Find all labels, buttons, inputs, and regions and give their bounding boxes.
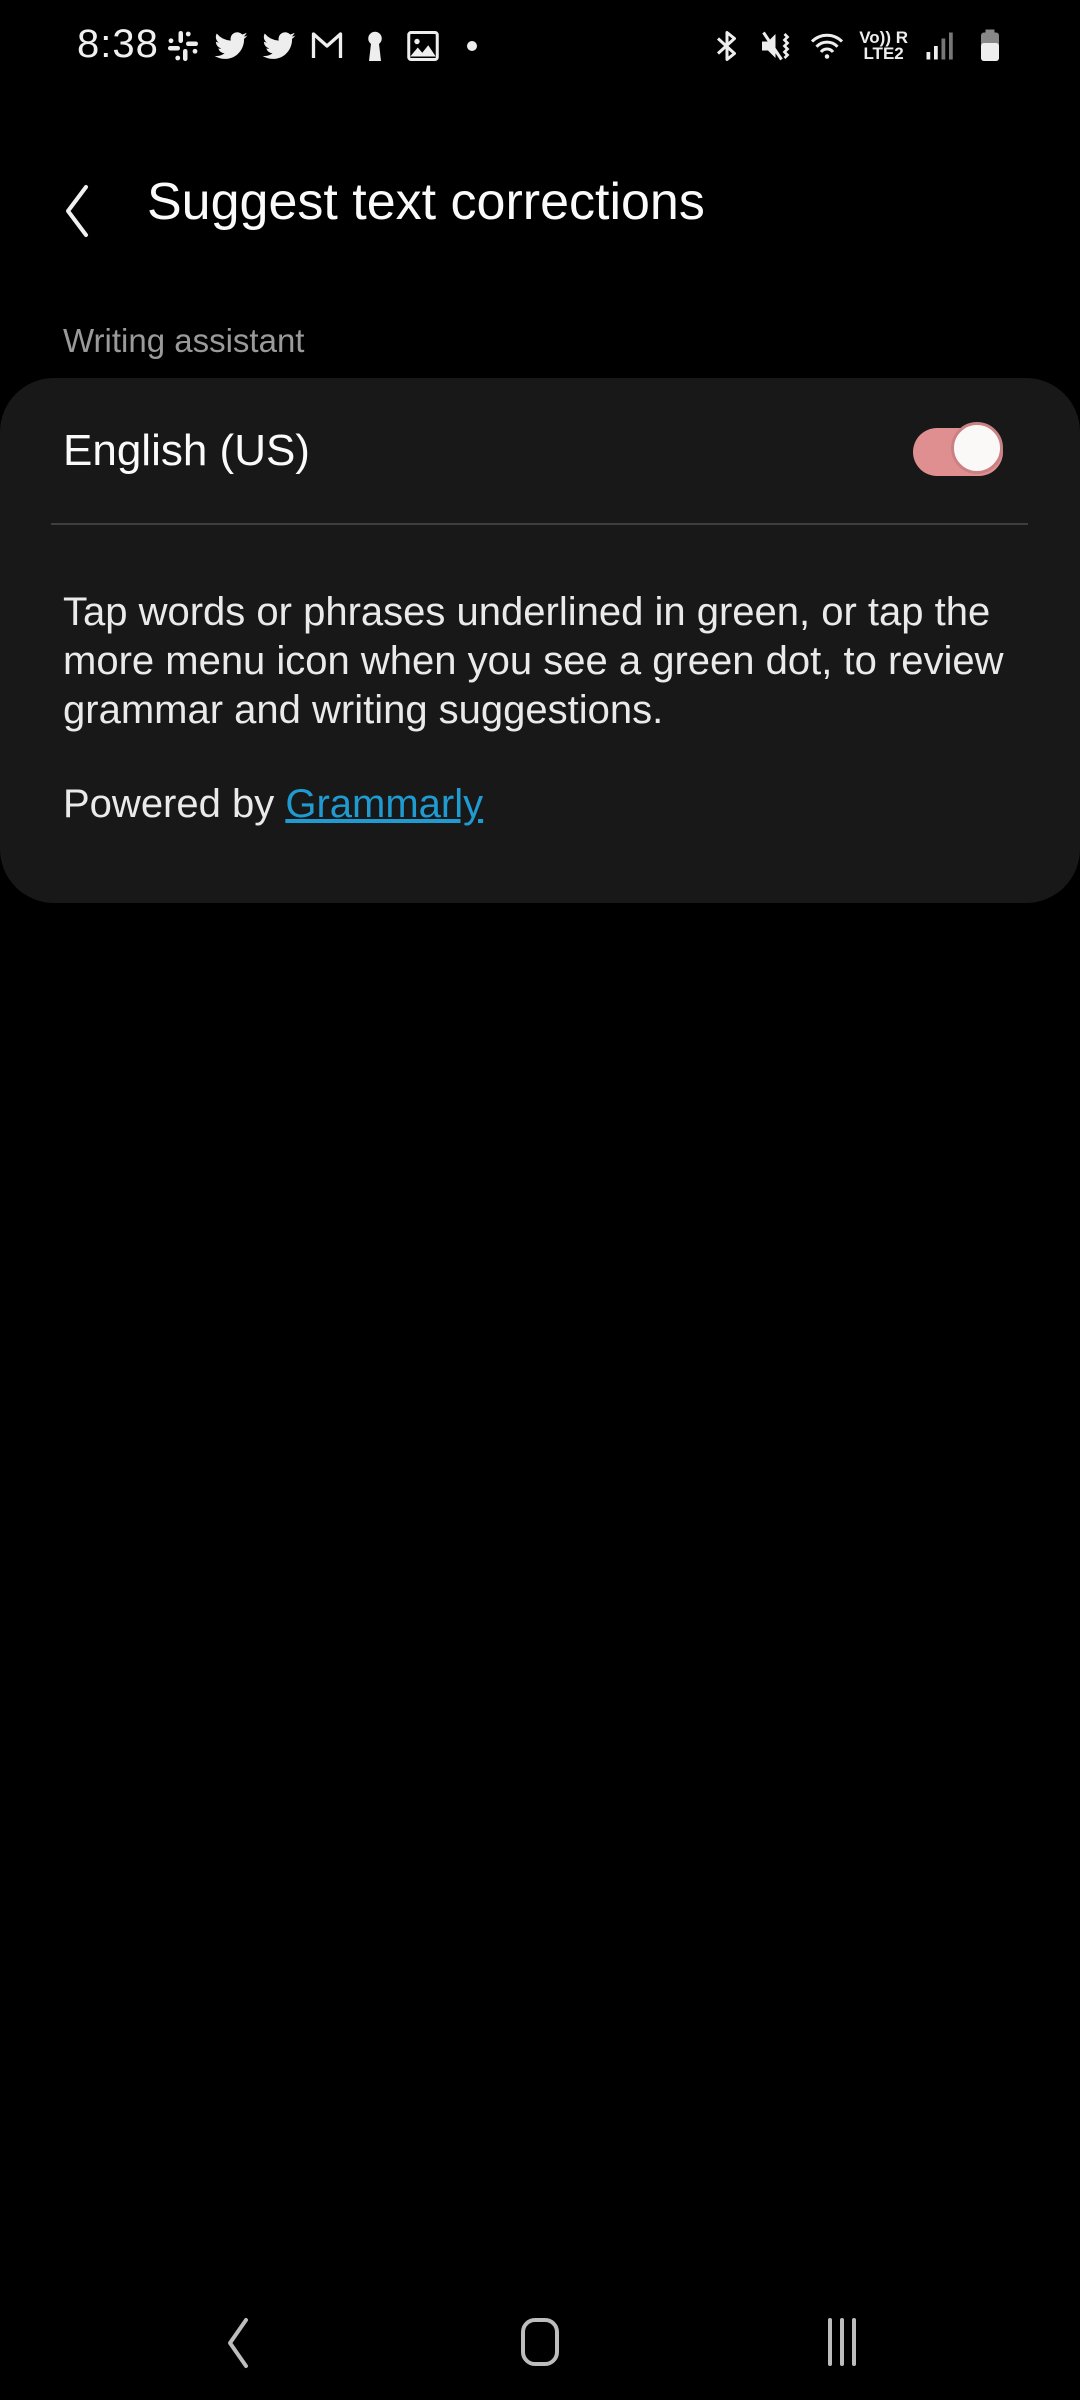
- keyhole-icon: [357, 28, 393, 64]
- divider: [51, 523, 1028, 525]
- grammarly-link[interactable]: Grammarly: [285, 782, 483, 826]
- nav-back-button[interactable]: [198, 2310, 278, 2376]
- page-title: Suggest text corrections: [147, 173, 705, 231]
- language-toggle-switch[interactable]: [913, 422, 1009, 478]
- slack-icon: [165, 28, 201, 64]
- back-button[interactable]: [52, 172, 112, 242]
- powered-by-label: Powered by: [63, 782, 286, 826]
- status-bar: 8:38 Vo)) R LTE2: [0, 0, 1080, 96]
- volte-lte2-icon: Vo)) R LTE2: [859, 28, 908, 63]
- more-notifications-dot-icon: [467, 41, 477, 51]
- description-text: Tap words or phrases underlined in green…: [63, 590, 1004, 732]
- app-header: Suggest text corrections: [0, 160, 1080, 250]
- bluetooth-icon: [709, 28, 745, 64]
- gmail-icon: [309, 28, 345, 64]
- vibrate-mute-icon: [759, 28, 795, 64]
- signal-icon: [922, 28, 958, 64]
- gallery-icon: [405, 28, 441, 64]
- twitter-icon: [213, 28, 249, 64]
- nav-recents-icon: [828, 2318, 856, 2366]
- settings-card: English (US) Tap words or phrases underl…: [0, 378, 1080, 903]
- nav-recents-button[interactable]: [804, 2310, 884, 2376]
- language-label: English (US): [63, 426, 310, 475]
- language-toggle-row[interactable]: English (US): [0, 378, 1080, 523]
- status-time: 8:38: [77, 22, 159, 66]
- nav-home-icon: [521, 2318, 559, 2366]
- powered-by: Powered by Grammarly: [63, 782, 483, 827]
- chevron-left-icon: [66, 185, 88, 237]
- nav-back-icon: [228, 2318, 248, 2368]
- nav-home-button[interactable]: [500, 2310, 580, 2376]
- section-header: Writing assistant: [63, 322, 305, 359]
- toggle-thumb: [951, 422, 1003, 474]
- twitter-icon: [261, 28, 297, 64]
- navigation-bar: [0, 2280, 1080, 2400]
- notification-icons: [165, 28, 477, 64]
- wifi-icon: [809, 28, 845, 64]
- battery-icon: [972, 28, 1008, 64]
- system-icons: Vo)) R LTE2: [709, 28, 1008, 64]
